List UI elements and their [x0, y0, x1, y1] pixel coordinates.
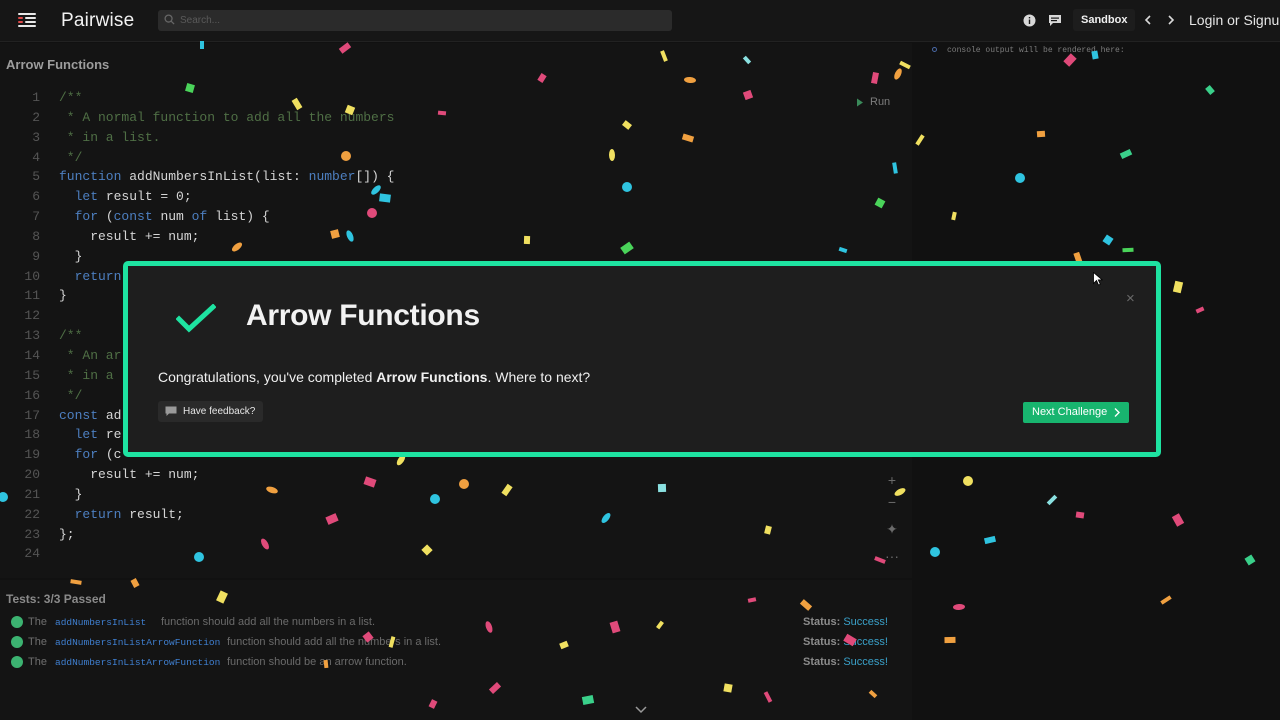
close-icon[interactable]: × [1126, 290, 1135, 307]
test-prefix: The [28, 616, 47, 628]
chevron-right-icon [1114, 408, 1121, 417]
code-line: } [59, 486, 83, 502]
checkmark-icon [176, 304, 216, 333]
line-number: 18 [24, 427, 40, 443]
code-line: }; [59, 526, 75, 542]
chevron-down-icon[interactable] [635, 706, 647, 714]
play-icon [857, 98, 863, 106]
chevron-right-icon[interactable] [1162, 11, 1180, 29]
code-line: * in a list. [59, 129, 161, 145]
congrats-message: Congratulations, you've completed Arrow … [158, 369, 591, 385]
line-number: 16 [24, 387, 40, 403]
line-number: 20 [24, 467, 40, 483]
line-number: 8 [32, 228, 40, 244]
line-number: 19 [24, 447, 40, 463]
completion-modal: × Arrow Functions Congratulations, you'v… [123, 261, 1161, 457]
modal-title: Arrow Functions [246, 299, 480, 332]
challenge-title: Arrow Functions [6, 57, 110, 72]
test-prefix: The [28, 636, 47, 648]
search-icon [164, 14, 175, 25]
run-label: Run [870, 96, 891, 108]
line-number: 23 [24, 526, 40, 542]
chat-icon[interactable] [1046, 11, 1064, 29]
info-icon[interactable] [1020, 11, 1038, 29]
test-row: The addNumbersInListArrowFunction function… [11, 635, 901, 651]
check-circle-icon [11, 616, 23, 628]
menu-icon[interactable] [18, 13, 36, 27]
code-line: */ [59, 149, 83, 165]
chevron-left-icon[interactable] [1139, 11, 1157, 29]
test-status: Status: Success! [803, 636, 888, 648]
sandbox-button[interactable]: Sandbox [1073, 9, 1136, 31]
line-number: 24 [24, 546, 40, 562]
mouse-cursor-icon [1093, 272, 1103, 286]
line-number: 6 [32, 189, 40, 205]
test-row: The addNumbersInList function should add a… [11, 615, 901, 631]
console-placeholder: console output will be rendered here: [932, 46, 1125, 55]
search-box[interactable] [158, 10, 672, 31]
next-challenge-button[interactable]: Next Challenge [1023, 402, 1130, 423]
code-line: * A normal function to add all the numbe… [59, 109, 395, 125]
search-input[interactable] [180, 10, 660, 31]
tests-summary: Tests: 3/3 Passed [6, 592, 106, 606]
line-number: 1 [32, 90, 40, 105]
line-number: 4 [32, 149, 40, 165]
test-prefix: The [28, 656, 47, 668]
line-number: 12 [24, 308, 40, 324]
line-number: 2 [32, 109, 40, 125]
format-icon[interactable]: ✦ [883, 521, 901, 538]
zoom-out-icon[interactable]: − [883, 494, 901, 510]
test-row: The addNumbersInListArrowFunction function… [11, 655, 901, 671]
line-number: 14 [24, 347, 40, 363]
test-status: Status: Success! [803, 616, 888, 628]
confetti-piece [1160, 595, 1172, 605]
line-number: 13 [24, 328, 40, 344]
confetti-piece [953, 603, 965, 611]
test-status: Status: Success! [803, 656, 888, 668]
line-number: 11 [24, 288, 40, 304]
check-circle-icon [11, 656, 23, 668]
test-function-name: addNumbersInListArrowFunction [55, 657, 221, 668]
line-number: 5 [32, 169, 40, 185]
brand-logo[interactable]: Pairwise [61, 10, 134, 32]
code-line: result += num; [59, 467, 200, 483]
code-line: function addNumbersInList(list: number[]… [59, 169, 395, 185]
test-function-name: addNumbersInListArrowFunction [55, 637, 221, 648]
console-dot-icon [932, 47, 937, 52]
code-line: result += num; [59, 228, 200, 244]
zoom-in-icon[interactable]: + [883, 472, 901, 488]
line-number: 3 [32, 129, 40, 145]
test-function-name: addNumbersInList [55, 617, 147, 628]
top-bar: Pairwise Sandbox Login or Signup [0, 0, 1280, 42]
line-number: 9 [32, 248, 40, 264]
line-number: 17 [24, 407, 40, 423]
line-number: 7 [32, 209, 40, 225]
run-button[interactable]: Run [856, 96, 890, 108]
speech-bubble-icon [165, 406, 177, 416]
code-line: for (const num of list) { [59, 209, 270, 225]
line-number: 10 [24, 268, 40, 284]
login-signup-link[interactable]: Login or Signup [1189, 12, 1280, 28]
test-description: function should add all the numbers in a… [161, 616, 376, 628]
line-number-gutter: 1 2 3 4 5 6 7 8 9 10 11 12 13 14 15 16 17 18 19 20 21 22 23 24 [0, 88, 46, 564]
code-line: return result; [59, 506, 184, 522]
line-number: 22 [24, 506, 40, 522]
line-number: 21 [24, 486, 40, 502]
check-circle-icon [11, 636, 23, 648]
test-description: function should be an arrow function. [227, 656, 407, 668]
confetti-piece [944, 636, 956, 644]
code-line: /** [59, 90, 83, 105]
more-options-icon[interactable]: ··· [883, 548, 901, 564]
code-line: let result = 0; [59, 189, 192, 205]
line-number: 15 [24, 367, 40, 383]
feedback-button[interactable]: Have feedback? [158, 401, 264, 422]
test-results-panel: Tests: 3/3 Passed The addNumbersInList fun… [0, 580, 912, 720]
test-description: function should add all the numbers in a… [227, 636, 442, 648]
